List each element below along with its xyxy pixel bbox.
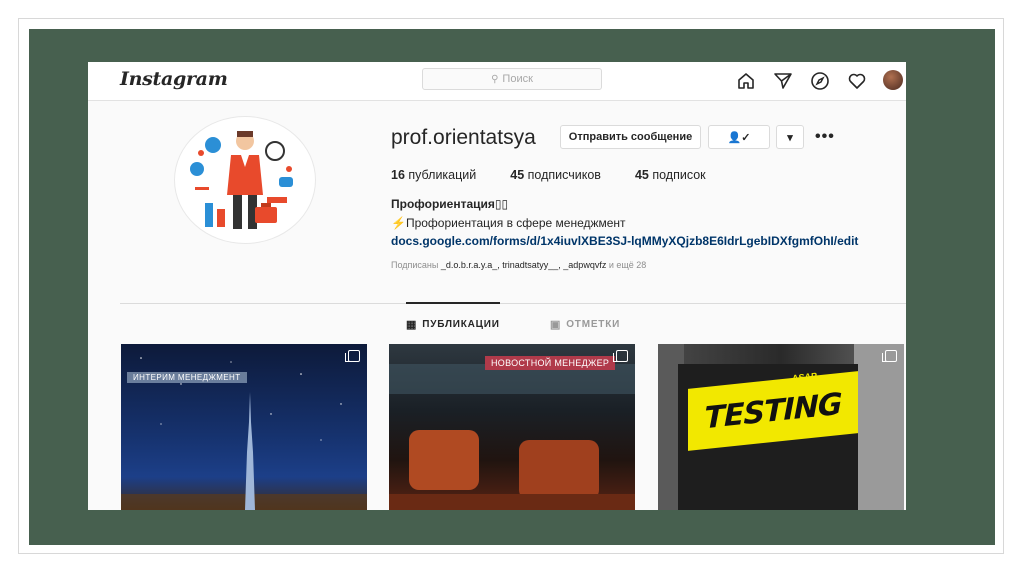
post-1-caption-banner: ИНТЕРИМ МЕНЕДЖМЕНТ [127,372,247,383]
skyscraper-tower [245,392,255,510]
bio-name: Профориентация▯▯ [391,197,508,211]
heart-icon[interactable] [846,70,868,92]
posts-count: 16 [391,168,405,182]
following-stat[interactable]: 45 подписок [635,168,706,182]
tag-portrait-icon: ▣ [550,319,562,331]
post-thumbnail-3[interactable]: ASAP TESTING [658,344,904,510]
manager-illustration-icon [190,131,293,229]
profile-stats: 16 публикаций 45 подписчиков 45 подписок [391,168,740,182]
bio-name-suffix: ▯▯ [494,197,509,211]
multiple-photos-icon [613,350,628,362]
post-thumbnail-2[interactable]: НОВОСТНОЙ МЕНЕДЖЕР [389,344,635,510]
grid-icon: ▦ [406,319,418,331]
profile-username: prof.orientatsya [391,126,536,149]
user-check-icon: 👤✓ [727,131,751,144]
followed-by-suffix: и ещё 28 [608,260,647,270]
search-placeholder: Поиск [502,73,533,85]
send-icon[interactable] [772,70,794,92]
chevron-down-icon: ▾ [787,131,793,144]
search-icon: ⚲ [491,73,499,85]
followers-label: подписчиков [527,168,601,182]
top-navigation-bar: Instagram ⚲ Поиск [88,62,906,101]
tab-tagged-label: ОТМЕТКИ [566,319,621,330]
multiple-photos-icon [345,350,360,362]
profile-picture[interactable] [174,116,316,244]
instagram-screenshot: Instagram ⚲ Поиск prof.orientatsya Отпра… [88,62,906,510]
user-avatar-icon[interactable] [883,70,903,90]
home-icon[interactable] [735,70,757,92]
tab-posts-label: ПУБЛИКАЦИИ [422,319,500,330]
night-sky-stars [121,357,367,510]
explore-icon[interactable] [809,70,831,92]
tab-tagged[interactable]: ▣ ОТМЕТКИ [550,318,620,331]
more-options-icon[interactable]: ••• [815,128,835,146]
bio-name-text: Профориентация [391,197,495,211]
send-message-button[interactable]: Отправить сообщение [560,125,701,149]
followers-stat[interactable]: 45 подписчиков [510,168,601,182]
building-right [854,344,904,510]
followed-by-names[interactable]: _d.o.b.r.a.y.a_, trinadtsatyy__, _adpwqv… [441,260,606,270]
posts-label: публикаций [408,168,477,182]
tab-posts[interactable]: ▦ ПУБЛИКАЦИИ [406,318,500,331]
following-button[interactable]: 👤✓ [708,125,770,149]
tabs-divider [120,303,906,304]
following-label: подписок [652,168,706,182]
post-2-caption-banner: НОВОСТНОЙ МЕНЕДЖЕР [485,356,616,370]
bio-link[interactable]: docs.google.com/forms/d/1x4iuvlXBE3SJ-lq… [391,234,858,248]
followers-count: 45 [510,168,525,182]
multiple-photos-icon [882,350,897,362]
nav-icons [735,70,883,92]
posts-stat: 16 публикаций [391,168,476,182]
search-input[interactable]: ⚲ Поиск [422,68,602,90]
suggestions-dropdown-button[interactable]: ▾ [776,125,804,149]
followed-by-text: Подписаны _d.o.b.r.a.y.a_, trinadtsatyy_… [391,260,646,270]
followed-by-prefix: Подписаны [391,260,439,270]
post-thumbnail-1[interactable]: ИНТЕРИМ МЕНЕДЖМЕНТ [121,344,367,510]
following-count: 45 [634,168,649,182]
bio-description: ⚡Профориентация в сфере менеджмент [391,216,626,230]
active-tab-indicator [406,302,500,304]
instagram-logo[interactable]: Instagram [120,68,228,90]
